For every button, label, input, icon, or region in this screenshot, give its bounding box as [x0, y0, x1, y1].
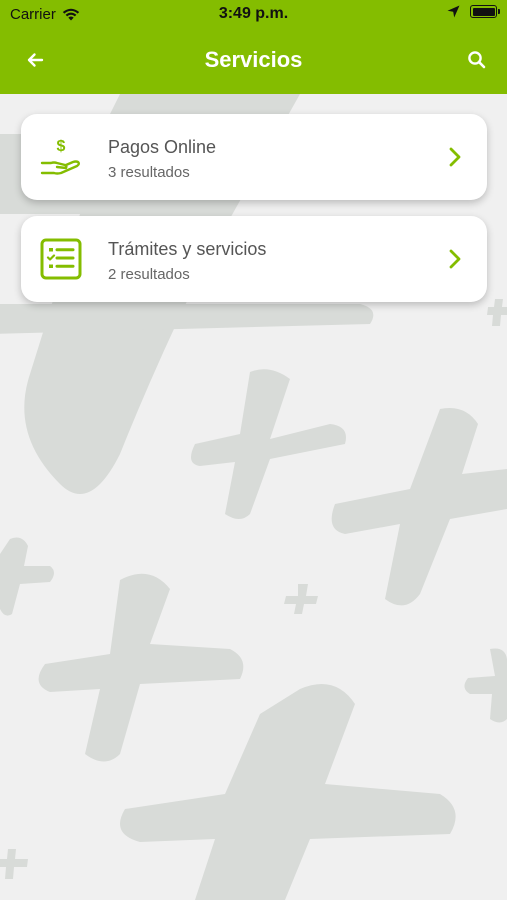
chevron-right-icon: [449, 147, 461, 167]
service-card-tramites[interactable]: Trámites y servicios 2 resultados: [21, 216, 487, 302]
chevron-right-icon: [449, 249, 461, 269]
status-bar: Carrier 3:49 p.m.: [0, 0, 507, 28]
service-card-count: 3 resultados: [108, 164, 190, 181]
search-icon[interactable]: [465, 48, 489, 72]
navigation-bar: Servicios: [0, 28, 507, 94]
svg-text:$: $: [57, 138, 66, 155]
background-pattern: [0, 94, 507, 900]
location-arrow-icon: [447, 5, 460, 18]
page-title: Servicios: [204, 47, 303, 72]
service-card-title: Trámites y servicios: [108, 239, 267, 259]
hand-dollar-icon: $: [40, 138, 80, 175]
app-header: Carrier 3:49 p.m. Servicios: [0, 0, 507, 94]
service-card-title: Pagos Online: [108, 137, 217, 157]
status-time: 3:49 p.m.: [218, 5, 289, 22]
service-card-count: 2 resultados: [108, 266, 190, 283]
status-right: [447, 5, 500, 18]
checklist-icon: [40, 238, 82, 280]
battery-icon: [470, 5, 500, 18]
service-card-pagos-online[interactable]: $ Pagos Online 3 resultados: [21, 114, 487, 200]
